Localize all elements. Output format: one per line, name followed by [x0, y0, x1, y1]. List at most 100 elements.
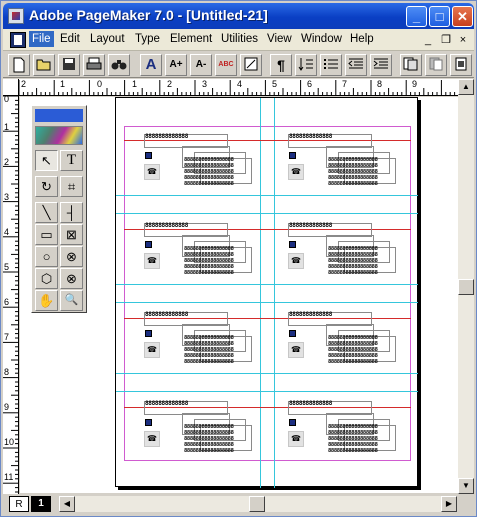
doc-restore-button[interactable]: ❐ [439, 33, 453, 47]
column-guide[interactable] [260, 98, 261, 488]
card-text-line: 88888888888888888 [184, 181, 234, 187]
card-text-line: 88888888888888888 [328, 181, 378, 187]
toolbox-title-bar[interactable] [35, 109, 83, 122]
ruler-guide[interactable] [116, 284, 418, 285]
ruler-label: 8 [4, 367, 10, 377]
card-logo-icon: ☎ [288, 342, 304, 358]
card-mark-icon [289, 152, 296, 159]
vertical-scrollbar[interactable]: ▲ ▼ [458, 79, 474, 494]
ruler-guide[interactable] [116, 391, 418, 392]
pointer-tool-icon[interactable]: ↖ [35, 150, 58, 171]
pagemaker-app-icon[interactable] [8, 8, 24, 24]
polygon-frame-tool-icon[interactable]: ⊗ [60, 268, 83, 289]
menu-edit[interactable]: Edit [59, 33, 81, 45]
menu-layout[interactable]: Layout [89, 33, 126, 45]
hand-tool-icon[interactable]: ✋ [35, 290, 58, 311]
horizontal-ruler[interactable]: 2 1 0 1 2 3 4 5 6 7 8 9 [19, 79, 459, 96]
ruler-guide[interactable] [116, 302, 418, 303]
rectangle-tool-icon[interactable]: ▭ [35, 224, 58, 245]
line-tool-icon[interactable]: ╲ [35, 202, 58, 223]
rectangle-frame-tool-icon[interactable]: ⊠ [60, 224, 83, 245]
document-icon[interactable] [450, 54, 472, 76]
scroll-right-icon[interactable]: ▶ [441, 496, 457, 512]
ruler-label: 4 [237, 79, 243, 89]
ruler-label: 9 [4, 402, 10, 412]
menu-type[interactable]: Type [134, 33, 161, 45]
master-page-icon[interactable]: R [9, 496, 29, 512]
menu-element[interactable]: Element [169, 33, 213, 45]
ruler-label: 2 [21, 79, 27, 89]
open-folder-icon[interactable] [33, 54, 55, 76]
ruler-label: 1 [132, 79, 138, 89]
zoom-tool-icon[interactable]: 🔍 [60, 290, 83, 311]
text-tool-icon[interactable]: T [60, 150, 83, 171]
vertical-scroll-thumb[interactable] [458, 279, 474, 295]
doc-minimize-button[interactable]: _ [421, 33, 435, 47]
toolbar: A A+ A- ABC ¶ [3, 52, 474, 78]
scroll-up-icon[interactable]: ▲ [458, 79, 474, 95]
card-text-line: 88888888888888888 [328, 270, 378, 276]
card-title: 8888888888888 [145, 133, 189, 140]
rotate-tool-icon[interactable]: ↻ [35, 176, 58, 197]
increase-font-icon[interactable]: A+ [165, 54, 187, 76]
text-size-icon[interactable]: A [140, 54, 162, 76]
polygon-tool-icon[interactable]: ⬡ [35, 268, 58, 289]
color-palette-icon[interactable] [35, 126, 83, 145]
copy-page-icon[interactable] [400, 54, 422, 76]
paragraph-icon[interactable]: ¶ [270, 54, 292, 76]
ellipse-frame-tool-icon[interactable]: ⊗ [60, 246, 83, 267]
text-direction-icon[interactable] [295, 54, 317, 76]
minimize-button[interactable]: _ [406, 6, 427, 27]
horizontal-scroll-thumb[interactable] [249, 496, 265, 512]
paste-page-icon[interactable] [425, 54, 447, 76]
menu-help[interactable]: Help [349, 33, 375, 45]
menu-window[interactable]: Window [300, 33, 343, 45]
ruler-label: 2 [4, 157, 10, 167]
find-binoculars-icon[interactable] [108, 54, 130, 76]
card-title: 8888888888888 [145, 311, 189, 318]
decrease-indent-icon[interactable] [345, 54, 367, 76]
scroll-down-icon[interactable]: ▼ [458, 478, 474, 494]
page-1-icon[interactable]: 1 [31, 496, 51, 512]
doc-close-button[interactable]: × [456, 33, 470, 47]
menu-file[interactable]: File [29, 31, 54, 47]
ruler-origin[interactable] [3, 79, 19, 96]
crop-tool-icon[interactable]: ⌗ [60, 176, 83, 197]
ellipse-tool-icon[interactable]: ○ [35, 246, 58, 267]
card-mark-icon [289, 330, 296, 337]
window-title: Adobe PageMaker 7.0 - [Untitled-21] [29, 7, 268, 23]
spelling-icon[interactable]: ABC [215, 54, 237, 76]
ruler-guide[interactable] [116, 195, 418, 196]
menu-utilities[interactable]: Utilities [220, 33, 259, 45]
card-logo-icon: ☎ [288, 253, 304, 269]
card-logo-icon: ☎ [288, 431, 304, 447]
document-window-icon[interactable] [10, 32, 26, 48]
bullet-list-icon[interactable] [320, 54, 342, 76]
ruler-guide[interactable] [116, 213, 418, 214]
ruler-label: 11 [4, 472, 14, 482]
card-title: 8888888888888 [289, 400, 333, 407]
print-icon[interactable] [83, 54, 105, 76]
ruler-label: 7 [4, 332, 10, 342]
column-guide[interactable] [274, 98, 275, 488]
increase-indent-icon[interactable] [370, 54, 392, 76]
close-button[interactable]: ✕ [452, 6, 473, 27]
title-bar[interactable]: Adobe PageMaker 7.0 - [Untitled-21] _ □ … [3, 3, 474, 29]
maximize-button[interactable]: □ [429, 6, 450, 27]
ruler-label: 3 [202, 79, 208, 89]
horizontal-scrollbar[interactable]: ◀ ▶ [59, 496, 457, 512]
card-title: 8888888888888 [289, 222, 333, 229]
card-title: 8888888888888 [145, 222, 189, 229]
scroll-left-icon[interactable]: ◀ [59, 496, 75, 512]
decrease-font-icon[interactable]: A- [190, 54, 212, 76]
new-document-icon[interactable] [8, 54, 30, 76]
ruler-guide[interactable] [116, 373, 418, 374]
menu-view[interactable]: View [266, 33, 293, 45]
document-page[interactable]: 8888888888888 ☎ 88888888888888888 888888888… [115, 97, 418, 488]
constrained-line-tool-icon[interactable]: ┤ [60, 202, 83, 223]
frame-icon[interactable] [240, 54, 262, 76]
vertical-ruler[interactable]: 0 1 2 3 4 5 6 7 8 9 10 11 [3, 96, 19, 494]
card-title: 8888888888888 [289, 133, 333, 140]
save-disk-icon[interactable] [58, 54, 80, 76]
ruler-label: 5 [272, 79, 278, 89]
